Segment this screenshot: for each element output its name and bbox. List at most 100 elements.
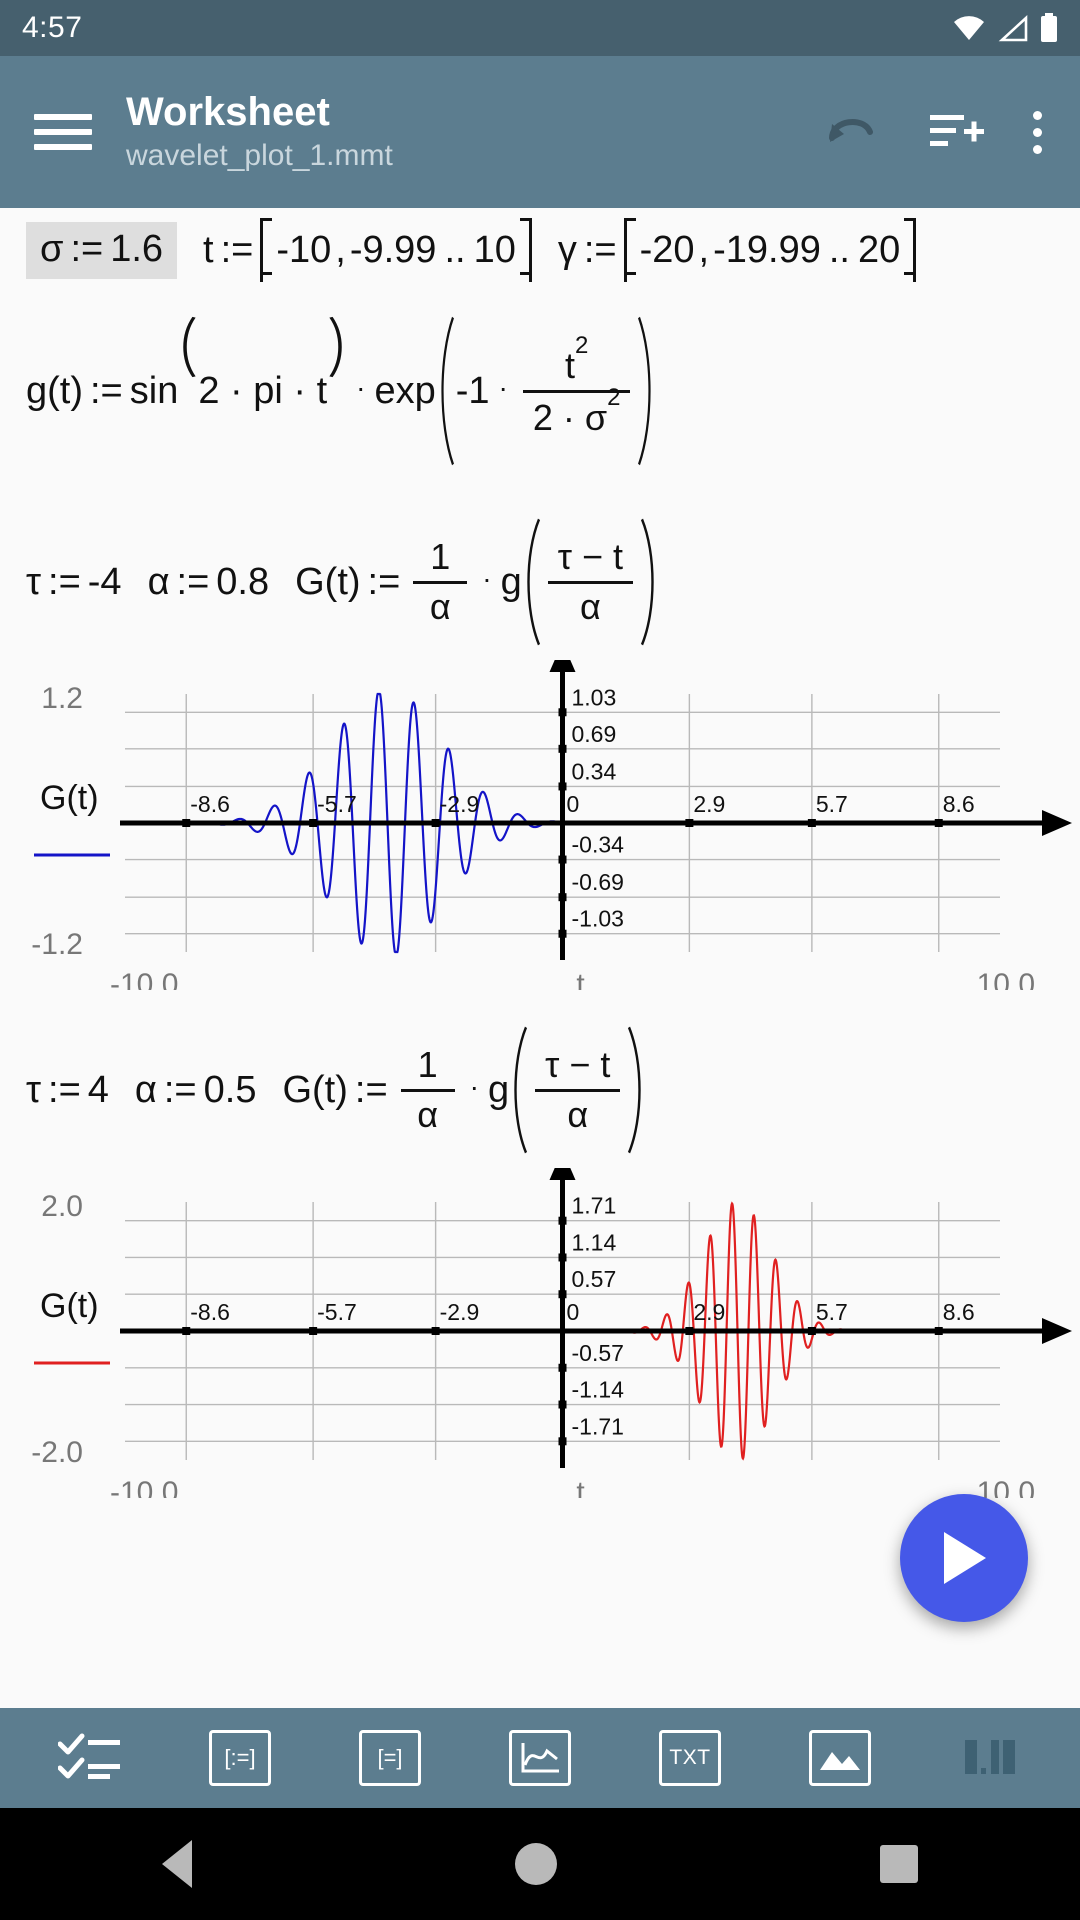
svg-text:-1.14: -1.14: [572, 1377, 625, 1403]
svg-text:0.34: 0.34: [572, 758, 617, 784]
range-bracket-left-icon: [260, 218, 274, 282]
file-name: wavelet_plot_1.mmt: [126, 139, 393, 173]
frac-den-base: 2 · σ: [532, 396, 608, 438]
exp-lead: -1: [455, 369, 490, 412]
checklist-icon[interactable]: [44, 1722, 136, 1794]
android-nav-bar: [0, 1808, 1080, 1920]
coef-denominator: α: [429, 585, 451, 627]
svg-text:t: t: [576, 968, 585, 990]
svg-text:1.2: 1.2: [41, 682, 83, 715]
block2-tau-value: 4: [87, 1068, 109, 1111]
frac-num-base: t: [564, 344, 575, 386]
svg-text:-5.7: -5.7: [317, 1299, 357, 1325]
plot-2[interactable]: -8.6 -5.7 -2.9 0 2.9 5.7 8.6 1.71 1.14 0.57 -0.57 -…: [0, 1168, 1080, 1498]
block2-tau-symbol: τ: [26, 1068, 42, 1111]
worksheet-canvas[interactable]: σ:= 1.6 t:= -10, -9.99.. 10 γ:= -20 ,…: [0, 208, 1080, 1708]
coef-numerator: 1: [430, 535, 451, 577]
svg-text:8.6: 8.6: [943, 1299, 975, 1325]
block1-alpha-value: 0.8: [216, 560, 270, 603]
sigma-symbol: σ: [40, 227, 64, 270]
svg-text:8.6: 8.6: [943, 791, 975, 817]
run-button[interactable]: [900, 1494, 1028, 1622]
svg-text:1.14: 1.14: [572, 1229, 617, 1255]
block1-alpha-symbol: α: [147, 560, 170, 603]
worksheet-line-block1[interactable]: τ:= -4 α:= 0.8 G(t):= 1 α · g τ − t α: [0, 466, 1080, 646]
battery-icon: [1041, 13, 1057, 42]
svg-text:-10.0: -10.0: [110, 1476, 178, 1498]
chart-0: -8.6 -5.7 -2.9 0 2.9 5.7 8.6 1.03 0.69 0.34 -0.34 -…: [31, 660, 1072, 990]
home-button[interactable]: [514, 1843, 557, 1885]
svg-text:-0.69: -0.69: [572, 869, 624, 895]
add-row-icon[interactable]: [928, 107, 986, 157]
status-time: 4:57: [22, 11, 83, 44]
t-range-second: -9.99: [349, 228, 437, 271]
app-window: 4:57 Worksheet wavelet_plot_1.mmt σ:= 1…: [0, 0, 1080, 1920]
block2-gt-lhs: G(t): [282, 1068, 348, 1111]
columns-icon[interactable]: [944, 1722, 1036, 1794]
fraction-denominator: 2 · σ2: [523, 384, 631, 438]
worksheet-line-gt[interactable]: g(t) := sin 2 · pi · t · exp -1 · t2 2 ·…: [0, 282, 1080, 466]
undo-icon[interactable]: [820, 106, 882, 158]
svg-text:2.9: 2.9: [693, 1299, 725, 1325]
svg-text:1.03: 1.03: [572, 684, 617, 710]
svg-text:5.7: 5.7: [816, 1299, 848, 1325]
image-icon[interactable]: [794, 1722, 886, 1794]
svg-text:-2.0: -2.0: [31, 1436, 83, 1469]
range-bracket-right-icon: [518, 218, 532, 282]
gamma-symbol: γ: [557, 228, 577, 271]
gamma-definition[interactable]: γ:= -20, -19.99.. 20: [557, 218, 917, 282]
hamburger-menu-icon[interactable]: [34, 114, 92, 150]
block1-tau-assign: :=: [48, 560, 81, 603]
gamma-range-start: -20: [639, 228, 695, 271]
equation-box-icon[interactable]: [:=]: [194, 1722, 286, 1794]
plot-icon[interactable]: [494, 1722, 586, 1794]
block1-tau-value: -4: [87, 560, 122, 603]
gamma-range-second: -19.99: [713, 228, 821, 271]
result-box-icon[interactable]: [=]: [344, 1722, 436, 1794]
gt-assign: :=: [90, 369, 123, 412]
back-button[interactable]: [161, 1840, 192, 1888]
fraction-bar: [413, 580, 468, 584]
paren-close-icon: [626, 1026, 646, 1154]
gaussian-fraction: t 2 2 · σ2: [522, 332, 631, 438]
t-range-op: ..: [444, 228, 466, 271]
paren-close-icon: [639, 518, 659, 646]
recents-button[interactable]: [880, 1845, 919, 1883]
sigma-definition[interactable]: σ:= 1.6: [26, 221, 178, 279]
block2-tau-assign: :=: [48, 1068, 81, 1111]
range-bracket-right-icon: [902, 218, 917, 282]
svg-text:-1.71: -1.71: [572, 1413, 624, 1439]
block1-coefficient-fraction: 1 α: [413, 535, 468, 627]
overflow-menu-icon[interactable]: [1032, 110, 1042, 154]
block2-alpha-value: 0.5: [203, 1068, 257, 1111]
plot-1[interactable]: -8.6 -5.7 -2.9 0 2.9 5.7 8.6 1.03 0.69 0.34 -0.34 -…: [0, 660, 1080, 990]
range-bracket-left-icon: [623, 218, 638, 282]
worksheet-line-definitions[interactable]: σ:= 1.6 t:= -10, -9.99.. 10 γ:= -20 ,…: [0, 208, 1080, 282]
text-icon[interactable]: TXT: [644, 1722, 736, 1794]
block1-gt-assign: :=: [367, 560, 401, 603]
gt-lhs: g(t): [26, 369, 83, 412]
block1-argument-fraction: τ − t α: [547, 537, 634, 627]
t-symbol: t: [203, 228, 214, 271]
chart-1: -8.6 -5.7 -2.9 0 2.9 5.7 8.6 1.71 1.14 0.57 -0.57 -…: [31, 1168, 1072, 1498]
fraction-bar: [535, 1088, 621, 1092]
wifi-icon: [954, 16, 984, 40]
arg-numerator: τ − t: [545, 1043, 611, 1085]
app-bar-actions: [820, 106, 1054, 158]
frac-den-exponent: 2: [607, 383, 621, 411]
svg-text:-10.0: -10.0: [110, 968, 178, 990]
t-definition[interactable]: t:= -10, -9.99.. 10: [203, 218, 532, 282]
paren-close-icon: [636, 316, 656, 466]
block2-function-name: g: [487, 1068, 510, 1111]
text-icon-label: TXT: [669, 1746, 711, 1769]
worksheet-line-block2[interactable]: τ:= 4 α:= 0.5 G(t):= 1 α · g τ − t α: [0, 990, 1080, 1154]
svg-text:-0.34: -0.34: [572, 832, 625, 858]
paren-open-icon: [178, 316, 198, 378]
curve-glyph-icon: [521, 1743, 559, 1773]
sigma-value: 1.6: [110, 227, 164, 270]
svg-text:2.0: 2.0: [41, 1190, 83, 1223]
paren-open-icon: [509, 1026, 529, 1154]
block1-tau-symbol: τ: [26, 560, 42, 603]
paren-close-icon: [327, 316, 347, 378]
block1-gt-lhs: G(t): [295, 560, 361, 603]
